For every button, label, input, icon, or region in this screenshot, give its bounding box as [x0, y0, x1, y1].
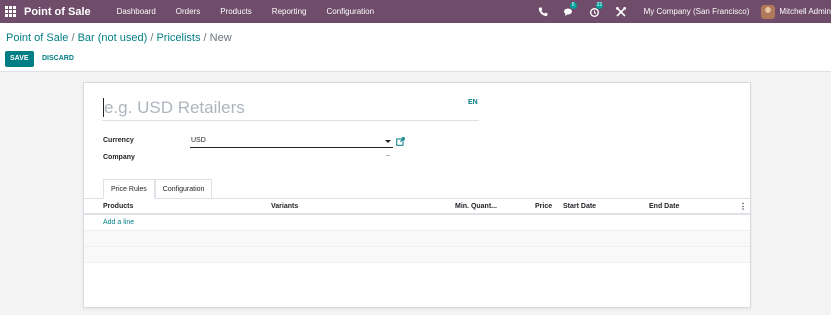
- messages-badge: 5: [569, 1, 577, 9]
- breadcrumb-item-point-of-sale[interactable]: Point of Sale: [6, 32, 68, 44]
- add-line-row: Add a line: [84, 215, 750, 231]
- list-header: Products Variants Min. Quant... Price St…: [84, 199, 750, 215]
- avatar[interactable]: [761, 4, 776, 19]
- company-switcher[interactable]: My Company (San Francisco): [644, 7, 750, 16]
- column-end-date[interactable]: End Date: [649, 203, 679, 210]
- table-row: [84, 247, 750, 263]
- menu-orders[interactable]: Orders: [166, 7, 210, 16]
- chat-icon[interactable]: 5: [563, 1, 577, 18]
- form-sheet: EN Currency USD Company Price Rules Conf…: [83, 82, 751, 308]
- breadcrumb: Point of Sale / Bar (not used) / Priceli…: [6, 32, 232, 44]
- tab-configuration[interactable]: Configuration: [154, 179, 213, 199]
- company-label: Company: [103, 154, 135, 161]
- column-price[interactable]: Price: [535, 203, 552, 210]
- currency-value: USD: [191, 137, 206, 144]
- pricelist-name-input[interactable]: [102, 95, 479, 121]
- discard-button[interactable]: DISCARD: [42, 51, 74, 67]
- menu-dashboard[interactable]: Dashboard: [107, 7, 166, 16]
- add-line-link[interactable]: Add a line: [103, 219, 134, 226]
- user-menu[interactable]: Mitchell Admin: [779, 7, 831, 16]
- optional-columns-icon[interactable]: ⋮: [739, 202, 747, 211]
- tab-price-rules[interactable]: Price Rules: [103, 179, 155, 199]
- breadcrumb-item-bar[interactable]: Bar (not used): [78, 32, 148, 44]
- activity-icon[interactable]: 22: [589, 1, 604, 18]
- text-cursor: [103, 98, 104, 117]
- column-products[interactable]: Products: [103, 203, 133, 210]
- save-button[interactable]: SAVE: [5, 51, 34, 67]
- apps-icon[interactable]: [5, 6, 17, 18]
- main-navbar: Point of Sale Dashboard Orders Products …: [0, 0, 831, 23]
- phone-icon[interactable]: [537, 6, 549, 18]
- company-field-caret: [386, 155, 390, 156]
- company-field[interactable]: [190, 153, 393, 165]
- currency-label: Currency: [103, 137, 134, 144]
- table-row: [84, 231, 750, 247]
- column-start-date[interactable]: Start Date: [563, 203, 596, 210]
- external-link-icon[interactable]: [396, 137, 405, 146]
- chevron-down-icon: [385, 140, 391, 143]
- menu-reporting[interactable]: Reporting: [262, 7, 317, 16]
- top-menu: Dashboard Orders Products Reporting Conf…: [107, 7, 384, 16]
- menu-configuration[interactable]: Configuration: [316, 7, 384, 16]
- control-panel: Point of Sale / Bar (not used) / Priceli…: [0, 23, 831, 72]
- notebook-tabs: Price Rules Configuration: [103, 179, 213, 199]
- menu-products[interactable]: Products: [210, 7, 262, 16]
- app-brand[interactable]: Point of Sale: [24, 6, 91, 18]
- systray: 5 22 My Company (San Francisco) Mitchell…: [530, 0, 831, 23]
- activities-badge: 22: [595, 1, 604, 9]
- column-min-quantity[interactable]: Min. Quant...: [455, 203, 497, 210]
- breadcrumb-current: New: [209, 32, 232, 44]
- breadcrumb-item-pricelists[interactable]: Pricelists: [156, 32, 200, 44]
- tools-icon[interactable]: [615, 6, 627, 18]
- currency-select[interactable]: USD: [190, 136, 393, 148]
- column-variants[interactable]: Variants: [271, 203, 298, 210]
- language-button[interactable]: EN: [468, 99, 478, 106]
